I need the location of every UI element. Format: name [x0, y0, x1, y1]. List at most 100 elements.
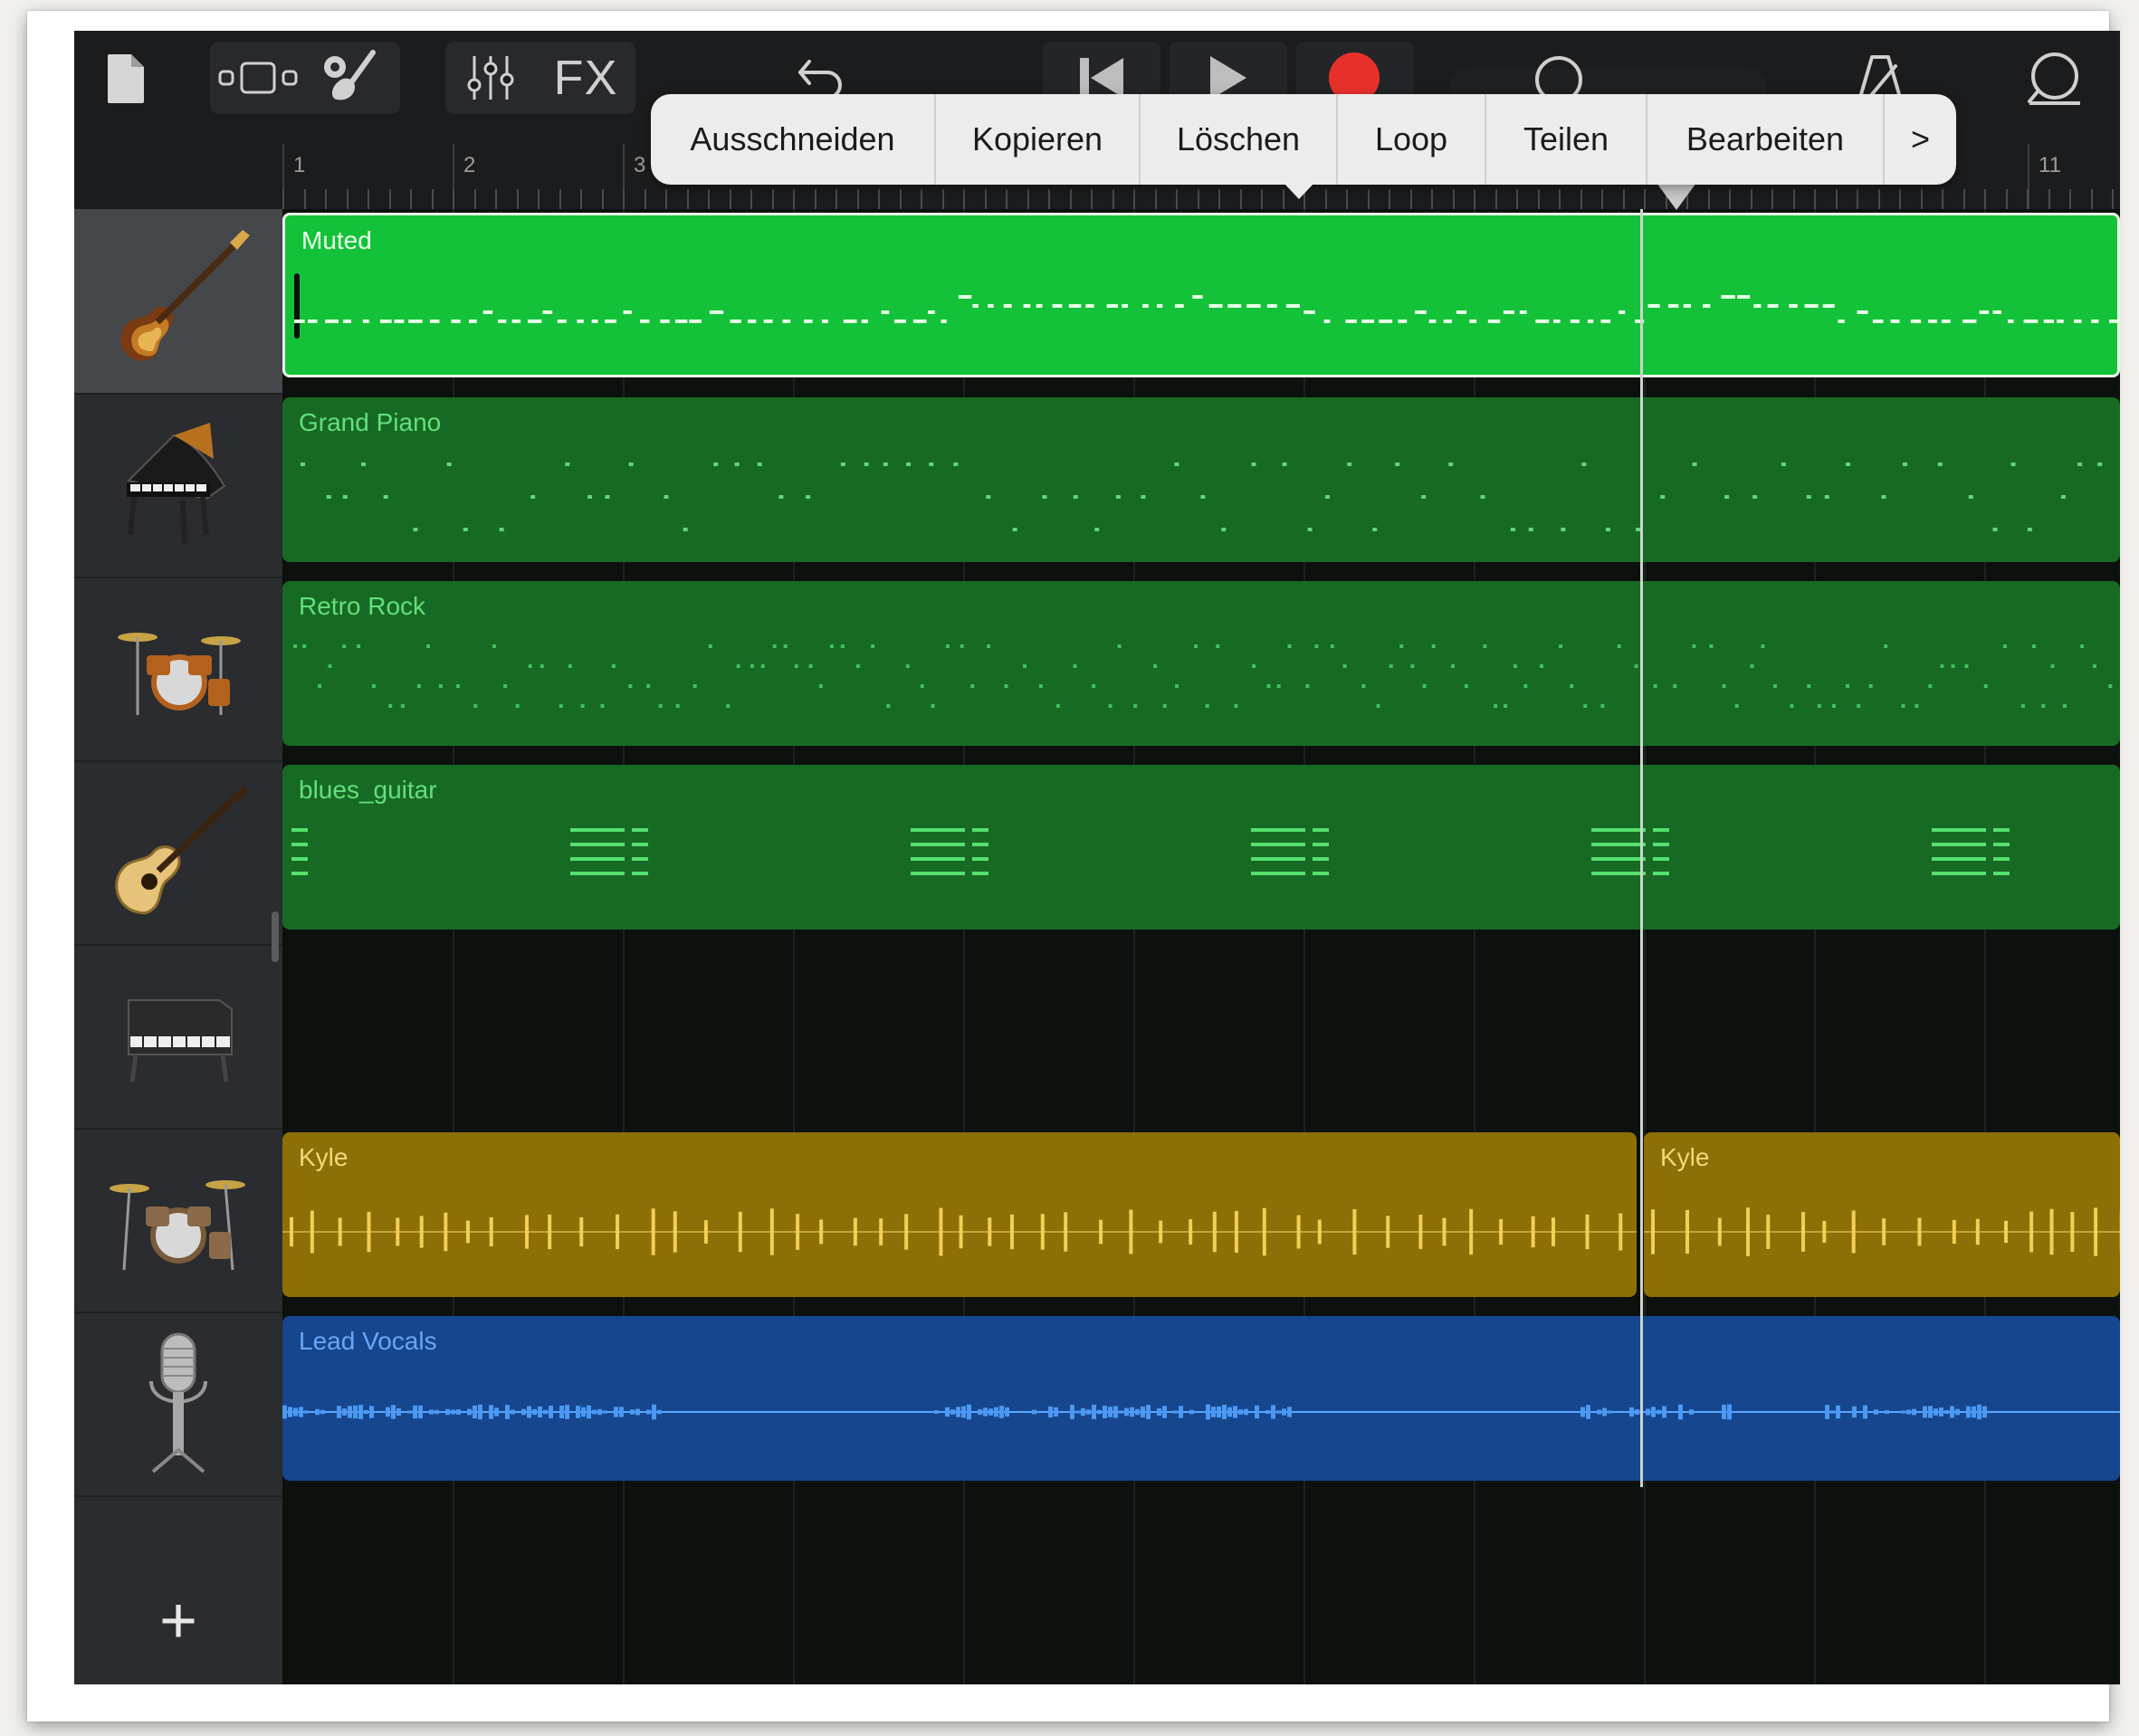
note [1885, 1410, 1889, 1414]
menu-item-copy[interactable]: Kopieren [936, 94, 1141, 185]
note [1092, 684, 1096, 688]
header-resize-handle[interactable] [272, 911, 279, 962]
menu-item-cut[interactable]: Ausschneiden [651, 94, 936, 185]
note [1903, 463, 1908, 466]
note [1487, 320, 1501, 323]
note [413, 1405, 417, 1419]
note [2057, 320, 2064, 323]
mixer-fx-group: FX [445, 42, 635, 114]
note [326, 495, 331, 499]
track-header-bass[interactable] [74, 209, 282, 395]
add-track-button[interactable]: + [74, 1576, 282, 1666]
menu-item-delete[interactable]: Löschen [1141, 94, 1338, 185]
note [906, 463, 912, 466]
note [1789, 304, 1798, 308]
playhead[interactable] [1640, 209, 1643, 1487]
note [540, 664, 544, 668]
note [521, 1408, 526, 1416]
note [1737, 295, 1751, 299]
note [1983, 684, 1988, 688]
track-header-blues-guitar[interactable] [74, 760, 282, 946]
ruler-tick [1218, 189, 1220, 209]
note [1503, 310, 1514, 314]
note [1586, 1405, 1590, 1419]
track-header-kyle-drums[interactable] [74, 1128, 282, 1313]
track-view-icon[interactable] [217, 49, 299, 107]
note [1361, 320, 1375, 323]
region-grand-piano[interactable]: Grand Piano [282, 397, 2120, 562]
note [418, 1405, 423, 1419]
note [1709, 644, 1714, 648]
region-retro-rock[interactable]: Retro Rock [282, 581, 2120, 746]
note [565, 1405, 569, 1419]
ruler-tick [1112, 189, 1114, 209]
note [1313, 872, 1329, 875]
menu-item-edit[interactable]: Bearbeiten [1647, 94, 1885, 185]
note [1950, 1406, 1954, 1418]
loop-browser-icon[interactable] [2020, 49, 2089, 109]
note [1721, 295, 1735, 299]
note [1977, 1404, 1981, 1420]
note [726, 704, 731, 708]
ruler-tick [772, 189, 774, 209]
note [603, 1410, 607, 1414]
region-kyle[interactable]: Kyle [282, 1132, 1637, 1297]
note [1431, 644, 1436, 648]
note [2092, 664, 2096, 668]
track-header-electric-piano[interactable] [74, 944, 282, 1130]
note [1303, 310, 1315, 314]
note [1678, 1404, 1683, 1420]
mixer-icon[interactable] [454, 49, 527, 107]
note [1724, 495, 1730, 499]
note [364, 1409, 368, 1415]
ruler-tick [1729, 189, 1731, 209]
note [730, 320, 741, 323]
note [1591, 872, 1646, 875]
note [783, 644, 788, 648]
tracks-area[interactable]: Muted Grand Piano Retro Rock blues_guita… [282, 209, 2120, 1684]
track-header-piano[interactable] [74, 393, 282, 578]
note [646, 1409, 651, 1415]
menu-more-button[interactable]: > [1885, 94, 1956, 185]
note [967, 1404, 971, 1420]
note [1428, 320, 1437, 323]
note [646, 684, 651, 688]
region-kyle-2[interactable]: Kyle [1644, 1132, 2120, 1297]
region-blues-guitar[interactable]: blues_guitar [282, 765, 2120, 930]
note [528, 664, 532, 668]
note [1314, 644, 1319, 648]
note [1415, 310, 1427, 314]
note [358, 1405, 363, 1419]
ruler-tick [1857, 189, 1858, 209]
track-header-drums[interactable] [74, 577, 282, 762]
fx-button[interactable]: FX [540, 49, 631, 107]
note [1398, 320, 1408, 323]
note [597, 1408, 602, 1416]
note [337, 1406, 341, 1418]
note [371, 684, 376, 688]
note [1817, 704, 1821, 708]
ruler-tick [900, 189, 902, 209]
note [492, 644, 496, 648]
playhead-handle[interactable] [1657, 183, 1696, 210]
region-notes [294, 295, 2117, 323]
note [708, 644, 712, 648]
note [1068, 304, 1082, 308]
note [1653, 857, 1669, 861]
note [527, 1406, 531, 1418]
smart-controls-icon[interactable] [310, 47, 391, 109]
note [1806, 495, 1811, 499]
note [1042, 495, 1047, 499]
menu-item-loop[interactable]: Loop [1338, 94, 1486, 185]
note [941, 320, 947, 323]
note [1305, 684, 1310, 688]
note [675, 320, 688, 323]
note [821, 320, 828, 323]
note [683, 528, 688, 531]
region-lead-vocals[interactable]: Lead Vocals [282, 1316, 2120, 1481]
menu-item-split[interactable]: Teilen [1486, 94, 1647, 185]
region-muted[interactable]: Muted [282, 213, 2120, 377]
note [1825, 1405, 1829, 1419]
document-icon[interactable] [100, 49, 154, 108]
track-header-vocals[interactable] [74, 1312, 282, 1497]
